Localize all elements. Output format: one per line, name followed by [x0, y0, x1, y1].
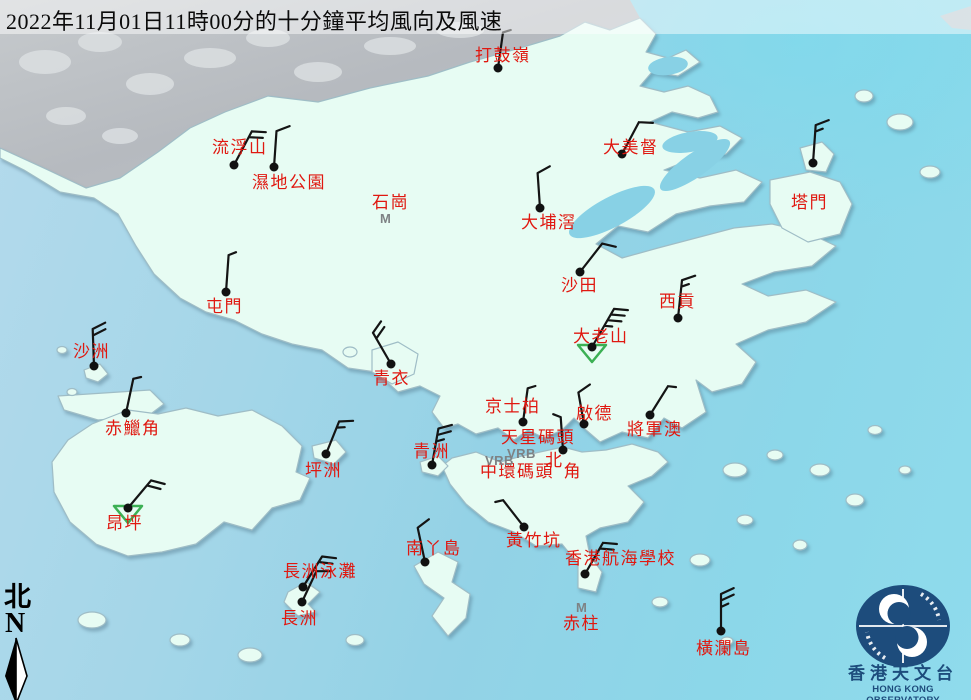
- station-dot-lamma-island: [421, 558, 430, 567]
- station-label-tseung-kwan-o: 將軍澳: [627, 421, 683, 439]
- station-label-sai-kung: 西貢: [659, 293, 696, 311]
- station-label-kai-tak: 啟德: [576, 405, 613, 423]
- hko-name-zh: 香港天文台: [838, 664, 968, 684]
- station-label-wong-chuk-hang: 黃竹坑: [506, 532, 562, 550]
- station-label-cheung-chau: 長洲: [281, 610, 318, 628]
- station-label-sha-tin: 沙田: [561, 277, 598, 295]
- station-dot-tsing-yi: [387, 360, 396, 369]
- wind-barb-peng-chau: [326, 421, 353, 454]
- station-label-star-ferry: 天星碼頭: [501, 429, 575, 447]
- station-label-tates-cairn: 大老山: [573, 328, 629, 346]
- station-symbols-layer: [0, 0, 971, 700]
- hko-logo-text: 香港天文台 HONG KONG OBSERVATORY: [838, 664, 968, 700]
- station-label-lamma-island: 南丫島: [406, 540, 462, 558]
- station-dot-wetland-park: [270, 163, 279, 172]
- station-note-stanley: M: [576, 600, 587, 615]
- station-dot-tap-mun: [809, 159, 818, 168]
- station-label-tai-po-kau: 大埔滘: [521, 214, 577, 232]
- wind-map-screen: 2022年11月01日11時00分的十分鐘平均風向及風速 打鼓嶺流浮山濕地公園石…: [0, 0, 971, 700]
- station-dot-ngong-ping: [124, 504, 133, 513]
- station-label-ngong-ping: 昂坪: [106, 515, 143, 533]
- station-dot-cheung-chau-beach: [299, 583, 308, 592]
- station-label-hk-sea-school: 香港航海學校: [565, 550, 676, 568]
- wind-barb-ngong-ping: [128, 480, 165, 508]
- station-dot-tuen-mun: [222, 288, 231, 297]
- wind-barb-wong-chuk-hang: [495, 500, 524, 527]
- station-dot-tai-po-kau: [536, 204, 545, 213]
- station-label-ta-kwu-ling: 打鼓嶺: [475, 47, 531, 65]
- compass-north-zh: 北: [4, 584, 42, 611]
- hko-logo-icon: [845, 582, 965, 672]
- wind-barb-chek-lap-kok: [126, 377, 141, 413]
- station-note-central-pier: VRB: [485, 453, 514, 468]
- station-dot-kings-park: [519, 418, 528, 427]
- station-label-lau-fau-shan: 流浮山: [212, 139, 268, 157]
- wind-barb-tseung-kwan-o: [650, 386, 676, 415]
- wind-barb-tap-mun: [813, 120, 829, 163]
- station-label-green-island: 青洲: [413, 443, 450, 461]
- station-dot-green-island: [428, 461, 437, 470]
- hko-name-en: HONG KONG OBSERVATORY: [838, 684, 968, 700]
- wind-barb-tuen-mun: [226, 252, 236, 292]
- station-label-tuen-mun: 屯門: [206, 298, 243, 316]
- wind-barb-sha-tin: [580, 244, 616, 272]
- station-dot-sai-kung: [674, 314, 683, 323]
- station-label-peng-chau: 坪洲: [305, 462, 342, 480]
- station-dot-waglan-island: [717, 627, 726, 636]
- station-dot-tseung-kwan-o: [646, 411, 655, 420]
- station-dot-hk-sea-school: [581, 570, 590, 579]
- station-label-tap-mun: 塔門: [791, 194, 828, 212]
- wind-barb-tai-po-kau: [538, 166, 550, 208]
- compass-needle-icon: [2, 636, 36, 700]
- compass-north-en: N: [5, 611, 42, 636]
- wind-barb-tsing-yi: [373, 321, 391, 364]
- station-label-cheung-chau-beach: 長洲泳灘: [283, 563, 357, 581]
- wind-barb-wetland-park: [274, 126, 290, 167]
- station-label-stanley: 赤柱: [563, 615, 600, 633]
- station-label-north-point: 北角: [545, 452, 582, 470]
- compass: 北 N: [2, 584, 42, 700]
- station-label-tai-mei-tuk: 大美督: [603, 139, 659, 157]
- station-label-wetland-park: 濕地公園: [252, 174, 326, 192]
- station-dot-sha-chau: [90, 362, 99, 371]
- station-label-kings-park: 京士柏: [485, 398, 541, 416]
- station-dot-lau-fau-shan: [230, 161, 239, 170]
- wind-barb-waglan-island: [721, 588, 734, 631]
- station-label-waglan-island: 橫瀾島: [696, 640, 752, 658]
- station-dot-chek-lap-kok: [122, 409, 131, 418]
- station-dot-peng-chau: [322, 450, 331, 459]
- station-note-shek-kong: M: [380, 211, 391, 226]
- station-label-shek-kong: 石崗: [372, 194, 409, 212]
- station-label-chek-lap-kok: 赤鱲角: [105, 420, 161, 438]
- map-title: 2022年11月01日11時00分的十分鐘平均風向及風速: [6, 4, 502, 36]
- station-dot-cheung-chau: [298, 598, 307, 607]
- station-label-sha-chau: 沙洲: [73, 343, 110, 361]
- station-label-tsing-yi: 青衣: [373, 370, 410, 388]
